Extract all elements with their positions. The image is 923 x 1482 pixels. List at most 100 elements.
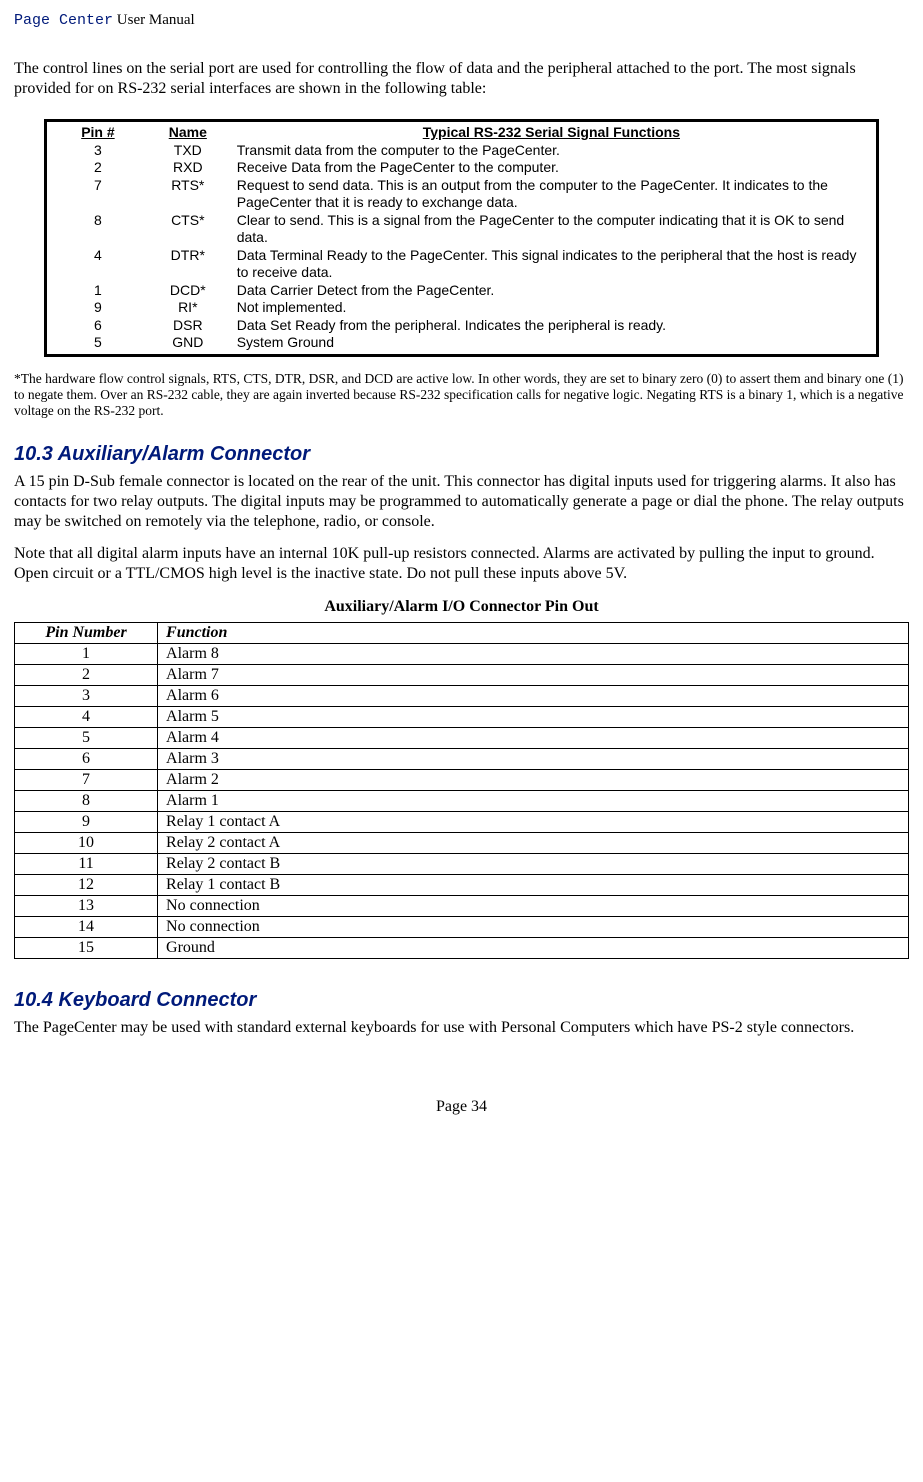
pinout-pin: 1 [15,644,158,665]
pinout-func: Relay 2 contact A [158,833,909,854]
rs232-func: System Ground [233,334,870,352]
table-row: 3Alarm 6 [15,686,909,707]
pinout-func: Alarm 1 [158,791,909,812]
table-row: 9RI*Not implemented. [53,299,870,317]
pinout-pin: 10 [15,833,158,854]
section-10-4-heading: 10.4 Keyboard Connector [14,989,909,1012]
table-row: 7Alarm 2 [15,770,909,791]
header-product: Page Center [14,12,113,29]
pinout-func: No connection [158,896,909,917]
pinout-func: Alarm 4 [158,728,909,749]
rs232-name: CTS* [143,212,233,247]
table-row: 5GNDSystem Ground [53,334,870,352]
table-row: 4Alarm 5 [15,707,909,728]
rs232-func: Data Carrier Detect from the PageCenter. [233,282,870,300]
pinout-func: Alarm 2 [158,770,909,791]
rs232-header-func: Typical RS-232 Serial Signal Functions [233,124,870,142]
table-row: 1DCD*Data Carrier Detect from the PageCe… [53,282,870,300]
pinout-pin: 4 [15,707,158,728]
section-10-3-p1: A 15 pin D-Sub female connector is locat… [14,472,909,532]
rs232-name: RXD [143,159,233,177]
rs232-pin: 8 [53,212,143,247]
table-row: 13No connection [15,896,909,917]
rs232-header-name: Name [143,124,233,142]
pinout-pin: 8 [15,791,158,812]
rs232-signal-table: Pin # Name Typical RS-232 Serial Signal … [44,119,879,357]
pinout-pin: 11 [15,854,158,875]
pinout-pin: 5 [15,728,158,749]
section-10-3-p2: Note that all digital alarm inputs have … [14,544,909,584]
section-10-3-heading: 10.3 Auxiliary/Alarm Connector [14,443,909,466]
table-row: 11Relay 2 contact B [15,854,909,875]
pinout-header-func: Function [158,623,909,644]
table-row: 6Alarm 3 [15,749,909,770]
rs232-func: Data Set Ready from the peripheral. Indi… [233,317,870,335]
table-row: 9Relay 1 contact A [15,812,909,833]
rs232-name: DCD* [143,282,233,300]
rs232-pin: 5 [53,334,143,352]
rs232-pin: 9 [53,299,143,317]
pinout-func: Alarm 5 [158,707,909,728]
pinout-func: Relay 2 contact B [158,854,909,875]
pinout-pin: 6 [15,749,158,770]
page-header: Page Center User Manual [14,12,909,29]
pinout-pin: 13 [15,896,158,917]
page-number: Page 34 [14,1098,909,1116]
table-row: 7RTS*Request to send data. This is an ou… [53,177,870,212]
rs232-func: Request to send data. This is an output … [233,177,870,212]
rs232-header-pin: Pin # [53,124,143,142]
table-row: 3TXDTransmit data from the computer to t… [53,142,870,160]
rs232-footnote: *The hardware flow control signals, RTS,… [14,371,909,420]
pinout-table-title: Auxiliary/Alarm I/O Connector Pin Out [14,598,909,616]
section-10-4-p1: The PageCenter may be used with standard… [14,1018,909,1038]
pinout-pin: 9 [15,812,158,833]
pinout-func: Ground [158,938,909,959]
pinout-table: Pin Number Function 1Alarm 82Alarm 73Ala… [14,622,909,959]
rs232-func: Clear to send. This is a signal from the… [233,212,870,247]
table-row: 12Relay 1 contact B [15,875,909,896]
pinout-func: Alarm 3 [158,749,909,770]
table-row: 4DTR*Data Terminal Ready to the PageCent… [53,247,870,282]
rs232-name: GND [143,334,233,352]
pinout-pin: 2 [15,665,158,686]
table-row: 14No connection [15,917,909,938]
table-row: 8CTS*Clear to send. This is a signal fro… [53,212,870,247]
pinout-pin: 14 [15,917,158,938]
table-row: 5Alarm 4 [15,728,909,749]
intro-paragraph: The control lines on the serial port are… [14,59,909,99]
pinout-pin: 3 [15,686,158,707]
pinout-header-pin: Pin Number [15,623,158,644]
pinout-func: Alarm 7 [158,665,909,686]
rs232-func: Transmit data from the computer to the P… [233,142,870,160]
pinout-pin: 15 [15,938,158,959]
rs232-pin: 1 [53,282,143,300]
pinout-func: No connection [158,917,909,938]
table-row: 15Ground [15,938,909,959]
pinout-func: Relay 1 contact A [158,812,909,833]
rs232-func: Not implemented. [233,299,870,317]
table-row: 10Relay 2 contact A [15,833,909,854]
pinout-pin: 12 [15,875,158,896]
rs232-pin: 2 [53,159,143,177]
rs232-func: Receive Data from the PageCenter to the … [233,159,870,177]
rs232-func: Data Terminal Ready to the PageCenter. T… [233,247,870,282]
rs232-pin: 4 [53,247,143,282]
header-suffix: User Manual [113,12,195,28]
table-row: 2RXDReceive Data from the PageCenter to … [53,159,870,177]
table-row: 2Alarm 7 [15,665,909,686]
rs232-pin: 6 [53,317,143,335]
rs232-name: RI* [143,299,233,317]
table-row: 6DSRData Set Ready from the peripheral. … [53,317,870,335]
rs232-pin: 7 [53,177,143,212]
pinout-pin: 7 [15,770,158,791]
rs232-pin: 3 [53,142,143,160]
pinout-func: Relay 1 contact B [158,875,909,896]
table-row: 8Alarm 1 [15,791,909,812]
rs232-name: DTR* [143,247,233,282]
rs232-name: TXD [143,142,233,160]
pinout-func: Alarm 8 [158,644,909,665]
rs232-name: DSR [143,317,233,335]
table-row: 1Alarm 8 [15,644,909,665]
pinout-func: Alarm 6 [158,686,909,707]
rs232-name: RTS* [143,177,233,212]
